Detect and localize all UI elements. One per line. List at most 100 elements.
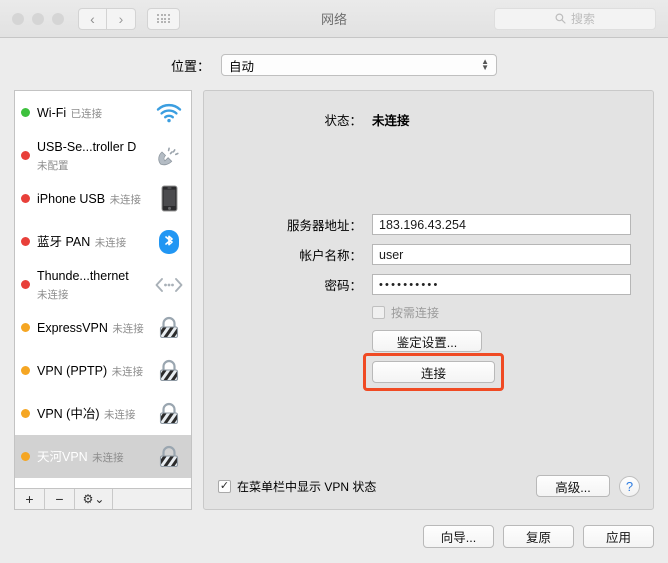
status-label: 状态： xyxy=(324,114,362,128)
sidebar-item-vpn-zhongye[interactable]: VPN (中冶) 未连接 xyxy=(15,392,191,435)
vpn-lock-icon xyxy=(155,443,183,471)
advanced-button[interactable]: 高级... xyxy=(536,475,610,497)
traffic-lights xyxy=(12,12,64,25)
gear-icon: ⚙ xyxy=(82,492,94,506)
toolbar-filler xyxy=(113,489,191,509)
service-name: VPN (中冶) xyxy=(37,406,100,421)
iphone-icon xyxy=(155,185,183,213)
service-actions-button[interactable]: ⚙ ⌄ xyxy=(75,489,113,509)
grid-icon xyxy=(157,14,170,23)
apply-button[interactable]: 应用 xyxy=(583,525,654,548)
status-dot xyxy=(21,237,30,246)
status-value: 未连接 xyxy=(372,114,410,128)
chevron-left-icon: ‹ xyxy=(90,10,95,27)
sidebar-item-wifi[interactable]: Wi-Fi 已连接 xyxy=(15,91,191,134)
server-address-label: 服务器地址： xyxy=(286,219,362,233)
server-address-row: 服务器地址： 183.196.43.254 xyxy=(204,214,653,235)
service-status: 已连接 xyxy=(70,107,103,120)
service-list[interactable]: Wi-Fi 已连接 USB-Se...troller D 未配置 iPhone … xyxy=(14,90,192,488)
sidebar-item-iphone-usb[interactable]: iPhone USB 未连接 xyxy=(15,177,191,220)
location-row: 位置： 自动 ▲ ▼ xyxy=(0,54,668,76)
search-placeholder: 搜索 xyxy=(570,12,595,26)
search-icon xyxy=(555,13,566,24)
back-button[interactable]: ‹ xyxy=(78,7,107,30)
chevron-down-icon: ⌄ xyxy=(94,492,105,506)
connect-button[interactable]: 连接 xyxy=(372,361,495,383)
service-status: 未连接 xyxy=(112,322,144,335)
authentication-settings-button[interactable]: 鉴定设置... xyxy=(372,330,482,352)
location-label: 位置： xyxy=(170,58,210,74)
add-service-button[interactable]: + xyxy=(15,489,45,509)
password-row: 密码： •••••••••• xyxy=(204,274,653,295)
bluetooth-icon xyxy=(155,228,183,256)
service-name: ExpressVPN xyxy=(37,320,108,335)
zoom-button[interactable] xyxy=(52,12,64,25)
vpn-lock-icon xyxy=(155,400,183,428)
server-address-input[interactable]: 183.196.43.254 xyxy=(372,214,631,235)
on-demand-label: 按需连接 xyxy=(391,306,440,320)
location-select[interactable]: 自动 ▲ ▼ xyxy=(221,54,497,76)
connect-button-wrapper: 连接 xyxy=(363,353,504,391)
revert-button[interactable]: 复原 xyxy=(503,525,574,548)
sidebar-item-usb-serial-controller[interactable]: USB-Se...troller D 未配置 xyxy=(15,134,191,177)
service-name: VPN (PPTP) xyxy=(37,363,108,378)
wifi-icon xyxy=(155,99,183,127)
service-name: iPhone USB xyxy=(37,191,106,206)
vpn-form: 服务器地址： 183.196.43.254 帐户名称： user 密码： •••… xyxy=(204,214,653,295)
status-dot xyxy=(21,194,30,203)
location-value: 自动 xyxy=(229,59,255,74)
service-sidebar: Wi-Fi 已连接 USB-Se...troller D 未配置 iPhone … xyxy=(14,90,192,510)
remove-service-button[interactable]: − xyxy=(45,489,75,509)
close-button[interactable] xyxy=(12,12,24,25)
status-dot xyxy=(21,151,30,160)
chevron-right-icon: › xyxy=(118,10,124,27)
sidebar-item-expressvpn[interactable]: ExpressVPN 未连接 xyxy=(15,306,191,349)
on-demand-checkbox-row[interactable]: 按需连接 xyxy=(372,304,653,321)
sidebar-item-thunderbolt-ethernet[interactable]: Thunde...thernet 未连接 xyxy=(15,263,191,306)
service-status: 未连接 xyxy=(111,365,144,378)
status-dot xyxy=(21,280,30,289)
status-dot xyxy=(21,323,30,332)
status-dot xyxy=(21,409,30,418)
service-status: 未连接 xyxy=(103,408,136,421)
vpn-lock-icon xyxy=(155,357,183,385)
service-list-toolbar: + − ⚙ ⌄ xyxy=(14,488,192,510)
show-vpn-status-label: 在菜单栏中显示 VPN 状态 xyxy=(237,479,377,494)
connection-controls: 按需连接 鉴定设置... 连接 xyxy=(204,304,653,391)
sidebar-item-tianhe-vpn[interactable]: 天河VPN 未连接 xyxy=(15,435,191,478)
service-status: 未连接 xyxy=(92,451,124,464)
sidebar-item-vpn-pptp[interactable]: VPN (PPTP) 未连接 xyxy=(15,349,191,392)
status-row: 状态： 未连接 xyxy=(204,110,653,129)
nav-buttons: ‹ › xyxy=(78,7,136,30)
service-name: 蓝牙 PAN xyxy=(37,234,91,249)
show-all-button[interactable] xyxy=(147,7,180,30)
password-input[interactable]: •••••••••• xyxy=(372,274,631,295)
vpn-detail-panel: 状态： 未连接 服务器地址： 183.196.43.254 帐户名称： user… xyxy=(203,90,654,510)
status-dot xyxy=(21,108,30,117)
service-status: 未连接 xyxy=(109,193,142,206)
assistant-button[interactable]: 向导... xyxy=(423,525,494,548)
on-demand-checkbox[interactable] xyxy=(372,306,385,319)
forward-button[interactable]: › xyxy=(107,7,136,30)
window-footer: 向导... 复原 应用 xyxy=(0,510,668,563)
search-input[interactable]: 搜索 xyxy=(494,7,656,30)
network-preferences-window: ‹ › 网络 搜索 位置： 自动 ▲ ▼ Wi-Fi 已连接 USB-Se...… xyxy=(0,0,668,563)
status-dot xyxy=(21,452,30,461)
checkmark-icon: ✓ xyxy=(219,479,230,492)
thunderbolt-icon xyxy=(155,271,183,299)
service-name: 天河VPN xyxy=(37,449,88,464)
sidebar-item-bluetooth-pan[interactable]: 蓝牙 PAN 未连接 xyxy=(15,220,191,263)
service-status: 未连接 xyxy=(37,288,69,301)
show-vpn-status-checkbox[interactable]: ✓ xyxy=(218,479,231,493)
account-name-row: 帐户名称： user xyxy=(204,244,653,265)
service-name: Wi-Fi xyxy=(37,105,67,120)
account-name-label: 帐户名称： xyxy=(299,249,362,263)
minimize-button[interactable] xyxy=(32,12,44,25)
modem-icon xyxy=(155,142,183,170)
service-status: 未连接 xyxy=(94,236,127,249)
chevron-updown-icon: ▲ ▼ xyxy=(481,57,489,72)
service-name: USB-Se...troller D xyxy=(37,139,137,154)
help-button[interactable]: ? xyxy=(619,475,640,497)
account-name-input[interactable]: user xyxy=(372,244,631,265)
service-name: Thunde...thernet xyxy=(37,268,129,283)
